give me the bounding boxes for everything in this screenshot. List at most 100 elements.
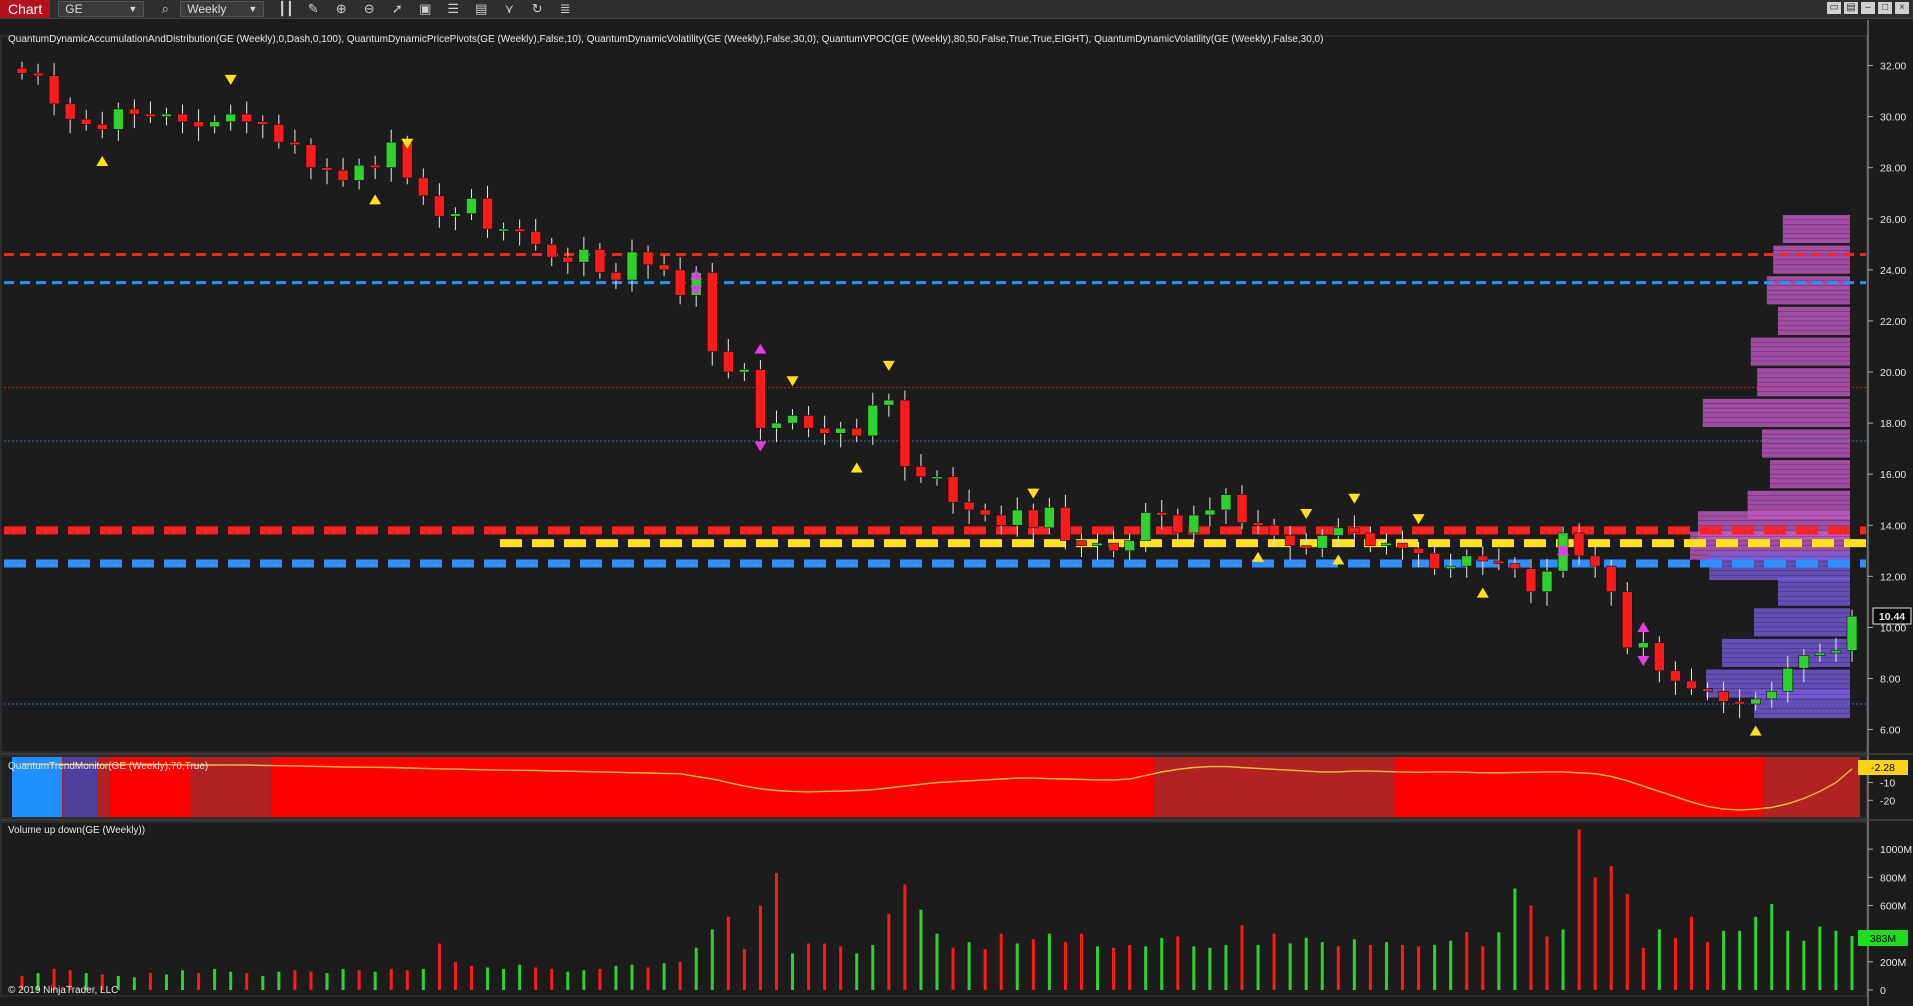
maximize-icon[interactable]: □ <box>1878 2 1892 14</box>
candle-down <box>979 509 991 516</box>
candle-up <box>867 404 879 437</box>
candle-up <box>771 422 782 429</box>
trend-tick-label: -10 <box>1880 778 1895 790</box>
volume-bar <box>1063 942 1067 990</box>
volume-bar <box>774 873 778 990</box>
candle-up <box>1381 542 1392 546</box>
volume-bar <box>662 963 666 990</box>
volume-bar <box>1336 946 1340 990</box>
candle-down <box>995 514 1007 526</box>
candle-up <box>931 476 943 480</box>
volume-bar <box>710 929 714 990</box>
candle-down <box>1605 565 1617 592</box>
volume-tick-label: 600M <box>1880 900 1906 912</box>
volume-bar <box>1818 926 1822 990</box>
minimize-icon[interactable]: – <box>1861 2 1875 14</box>
price-tick-label: 24.00 <box>1880 265 1906 277</box>
refresh-icon[interactable]: ↻ <box>530 1 544 17</box>
candle-up <box>1140 512 1151 541</box>
price-tick-label: 22.00 <box>1880 316 1906 328</box>
volume-bar <box>1545 936 1549 990</box>
last-price-label: 10.44 <box>1879 611 1905 623</box>
volume-bar <box>357 970 361 990</box>
interval-selector[interactable]: Weekly ▼ <box>180 1 265 17</box>
volume-bar <box>1561 929 1565 990</box>
candle-down <box>1060 507 1071 541</box>
volume-bar <box>1160 937 1164 990</box>
volume-bar <box>1031 939 1035 990</box>
volume-bar <box>373 971 377 990</box>
candle-down <box>1108 542 1119 552</box>
candle-down <box>963 501 975 511</box>
volume-bar <box>341 968 345 990</box>
candle-down <box>1493 560 1505 564</box>
volume-bar <box>1208 947 1212 990</box>
candle-down <box>514 228 525 232</box>
candle-down <box>337 169 349 181</box>
bar-type-icon[interactable]: ┃┃ <box>278 1 294 17</box>
volume-bar <box>1754 916 1758 990</box>
volume-bar <box>855 953 859 990</box>
price-tick-label: 16.00 <box>1880 469 1906 481</box>
volume-bar <box>1513 888 1517 990</box>
volume-bar <box>742 949 746 990</box>
candle-down <box>546 244 558 258</box>
window-tile-icon[interactable]: ▭ <box>1827 2 1841 14</box>
volume-bar <box>132 977 136 990</box>
chart-tab[interactable]: Chart <box>0 0 51 18</box>
strategy-icon[interactable]: ☰ <box>446 1 460 17</box>
candle-down <box>947 476 959 503</box>
candle-down <box>1284 535 1296 546</box>
candle-down <box>1477 555 1489 562</box>
volume-tick-label: 200M <box>1880 957 1906 969</box>
volume-bar <box>229 971 233 990</box>
candle-down <box>241 113 253 123</box>
volume-bar <box>1706 942 1710 990</box>
instrument-value: GE <box>65 2 83 16</box>
candle-down <box>1734 701 1745 705</box>
instrument-selector[interactable]: GE ▼ <box>58 1 145 17</box>
data-box-icon[interactable]: ▣ <box>418 1 432 17</box>
volume-bar <box>421 968 425 990</box>
volume-bar <box>453 961 457 990</box>
volume-bar <box>1047 933 1051 990</box>
pencil-icon[interactable]: ✎ <box>306 1 320 17</box>
volume-bar <box>1224 944 1228 990</box>
volume-bar <box>1256 944 1260 990</box>
candle-up <box>1011 509 1023 526</box>
drawing-tools-icon[interactable]: ⋎ <box>502 1 516 17</box>
volume-bar <box>1449 940 1453 990</box>
price-tick-label: 12.00 <box>1880 571 1906 583</box>
cursor-icon[interactable]: ➚ <box>390 1 404 17</box>
search-icon[interactable]: ⌕ <box>158 1 172 17</box>
properties-icon[interactable]: ≣ <box>558 1 572 17</box>
window-cascade-icon[interactable]: ▤ <box>1844 2 1858 14</box>
candle-down <box>530 231 541 245</box>
close-icon[interactable]: × <box>1895 2 1909 14</box>
volume-bar <box>1497 932 1501 990</box>
volume-bar <box>983 949 987 990</box>
candle-down <box>80 118 92 125</box>
chart-canvas[interactable]: 6.008.0010.0012.0014.0016.0018.0020.0022… <box>0 19 1913 1006</box>
candle-down <box>1268 524 1280 536</box>
candle-down <box>434 195 445 217</box>
price-tick-label: 18.00 <box>1880 418 1906 430</box>
zoom-out-icon[interactable]: ⊖ <box>362 1 376 17</box>
trend-panel[interactable] <box>0 755 1868 819</box>
volume-bar <box>1384 942 1388 990</box>
volume-bar <box>1593 877 1597 990</box>
candle-down <box>1654 642 1665 672</box>
volume-bar <box>758 905 762 990</box>
volume-bar <box>325 973 329 990</box>
price-tick-label: 32.00 <box>1880 61 1906 73</box>
candle-up <box>1316 535 1328 549</box>
candle-down <box>305 144 317 168</box>
volume-bar <box>1320 942 1324 990</box>
indicators-icon[interactable]: ▤ <box>474 1 488 17</box>
candle-down <box>289 141 301 146</box>
volume-bar <box>518 964 522 990</box>
trend-regime-weak <box>1153 757 1395 817</box>
zoom-in-icon[interactable]: ⊕ <box>334 1 348 17</box>
price-tick-label: 28.00 <box>1880 163 1906 175</box>
volume-tick-label: 800M <box>1880 872 1906 884</box>
